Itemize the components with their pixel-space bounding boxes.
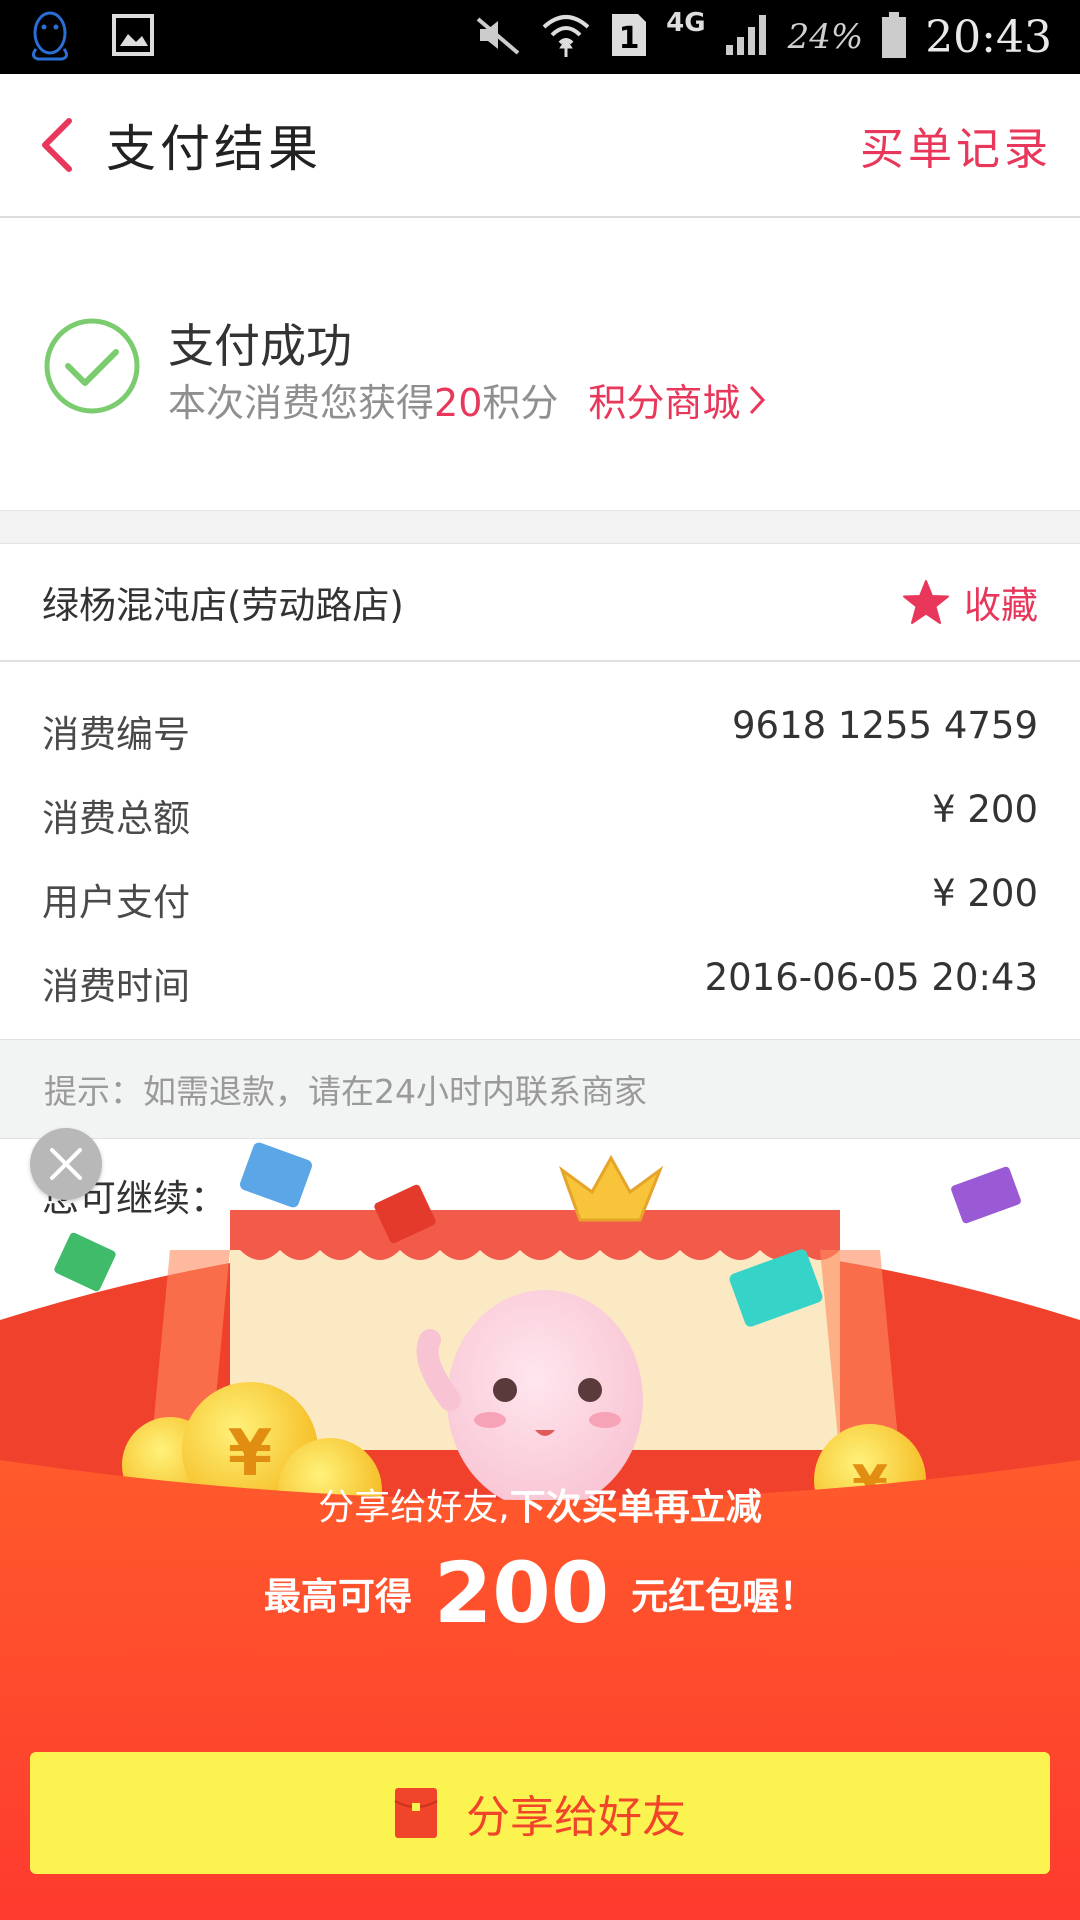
detail-label: 消费编号 [42,713,190,756]
detail-label: 用户支付 [42,881,190,924]
success-check-icon [44,318,140,414]
detail-label: 消费总额 [42,797,190,840]
screen: 1 4G 24% 20:43 支付结果 买单记录 支付成功 本次消费您获得 20… [0,0,1080,1920]
close-promo-button[interactable] [30,1128,102,1200]
detail-row-time: 消费时间 2016-06-05 20:43 [42,956,1038,1010]
store-name: 绿杨混沌店(劳动路店) [42,584,404,627]
detail-value: ¥ 200 [932,872,1038,915]
detail-value: 9618 1255 4759 [731,704,1038,747]
mute-icon [474,15,522,59]
detail-row-paid: 用户支付 ¥ 200 [42,872,1038,926]
promo-line-2-suffix: 元红包喔！ [631,1575,817,1618]
store-row[interactable]: 绿杨混沌店(劳动路店) 收藏 [0,544,1080,662]
points-prefix: 本次消费您获得 [168,381,435,425]
gallery-icon [112,14,154,60]
red-envelope-icon [394,1788,438,1838]
success-title: 支付成功 [168,319,352,373]
wifi-icon [540,11,592,63]
signal-icon [724,13,770,61]
detail-row-order-number: 消费编号 9618 1255 4759 [42,704,1038,758]
share-to-friends-button[interactable]: 分享给好友 [30,1752,1050,1874]
star-icon [903,580,949,624]
clock: 20:43 [925,11,1052,63]
payment-records-link[interactable]: 买单记录 [860,113,1052,177]
page-title: 支付结果 [106,120,322,178]
points-mall-link[interactable]: 积分商城 [588,372,766,427]
battery-icon [881,11,907,63]
section-divider [0,510,1080,544]
close-icon [50,1148,82,1180]
qq-icon [28,9,72,65]
back-button[interactable] [12,73,102,217]
detail-value: 2016-06-05 20:43 [704,956,1038,999]
network-type: 4G [666,8,706,38]
refund-tip: 提示：如需退款，请在24小时内联系商家 [0,1039,1080,1139]
promo-line-1-normal: 分享给好友, [318,1487,510,1528]
payment-success-section: 支付成功 本次消费您获得 20 积分 积分商城 [0,220,1080,510]
chevron-left-icon [42,118,72,172]
promo-amount: 200 [433,1544,610,1642]
battery-percent: 24% [787,17,864,57]
detail-row-total: 消费总额 ¥ 200 [42,788,1038,842]
favorite-button[interactable]: 收藏 [902,575,1038,629]
points-suffix: 积分 [482,381,559,425]
sim-number: 1 [619,21,640,56]
sim-icon: 1 [610,12,648,62]
points-earned-text: 本次消费您获得 20 积分 积分商城 [168,372,766,427]
promo-line-2: 最高可得 200 元红包喔！ [0,1544,1080,1642]
status-bar: 1 4G 24% 20:43 [0,0,1080,74]
points-value: 20 [434,381,483,425]
detail-value: ¥ 200 [932,788,1038,831]
promo-line-2-prefix: 最高可得 [263,1575,412,1618]
favorite-label: 收藏 [964,584,1038,627]
header: 支付结果 买单记录 [0,74,1080,218]
promo-line-1-bold: 下次买单再立减 [509,1487,762,1528]
order-details: 消费编号 9618 1255 4759 消费总额 ¥ 200 用户支付 ¥ 20… [0,664,1080,1039]
points-mall-label: 积分商城 [588,381,741,425]
share-button-label: 分享给好友 [466,1792,686,1843]
detail-label: 消费时间 [42,965,190,1008]
chevron-right-icon [750,385,766,414]
promo-line-1: 分享给好友,下次买单再立减 [0,1478,1080,1530]
